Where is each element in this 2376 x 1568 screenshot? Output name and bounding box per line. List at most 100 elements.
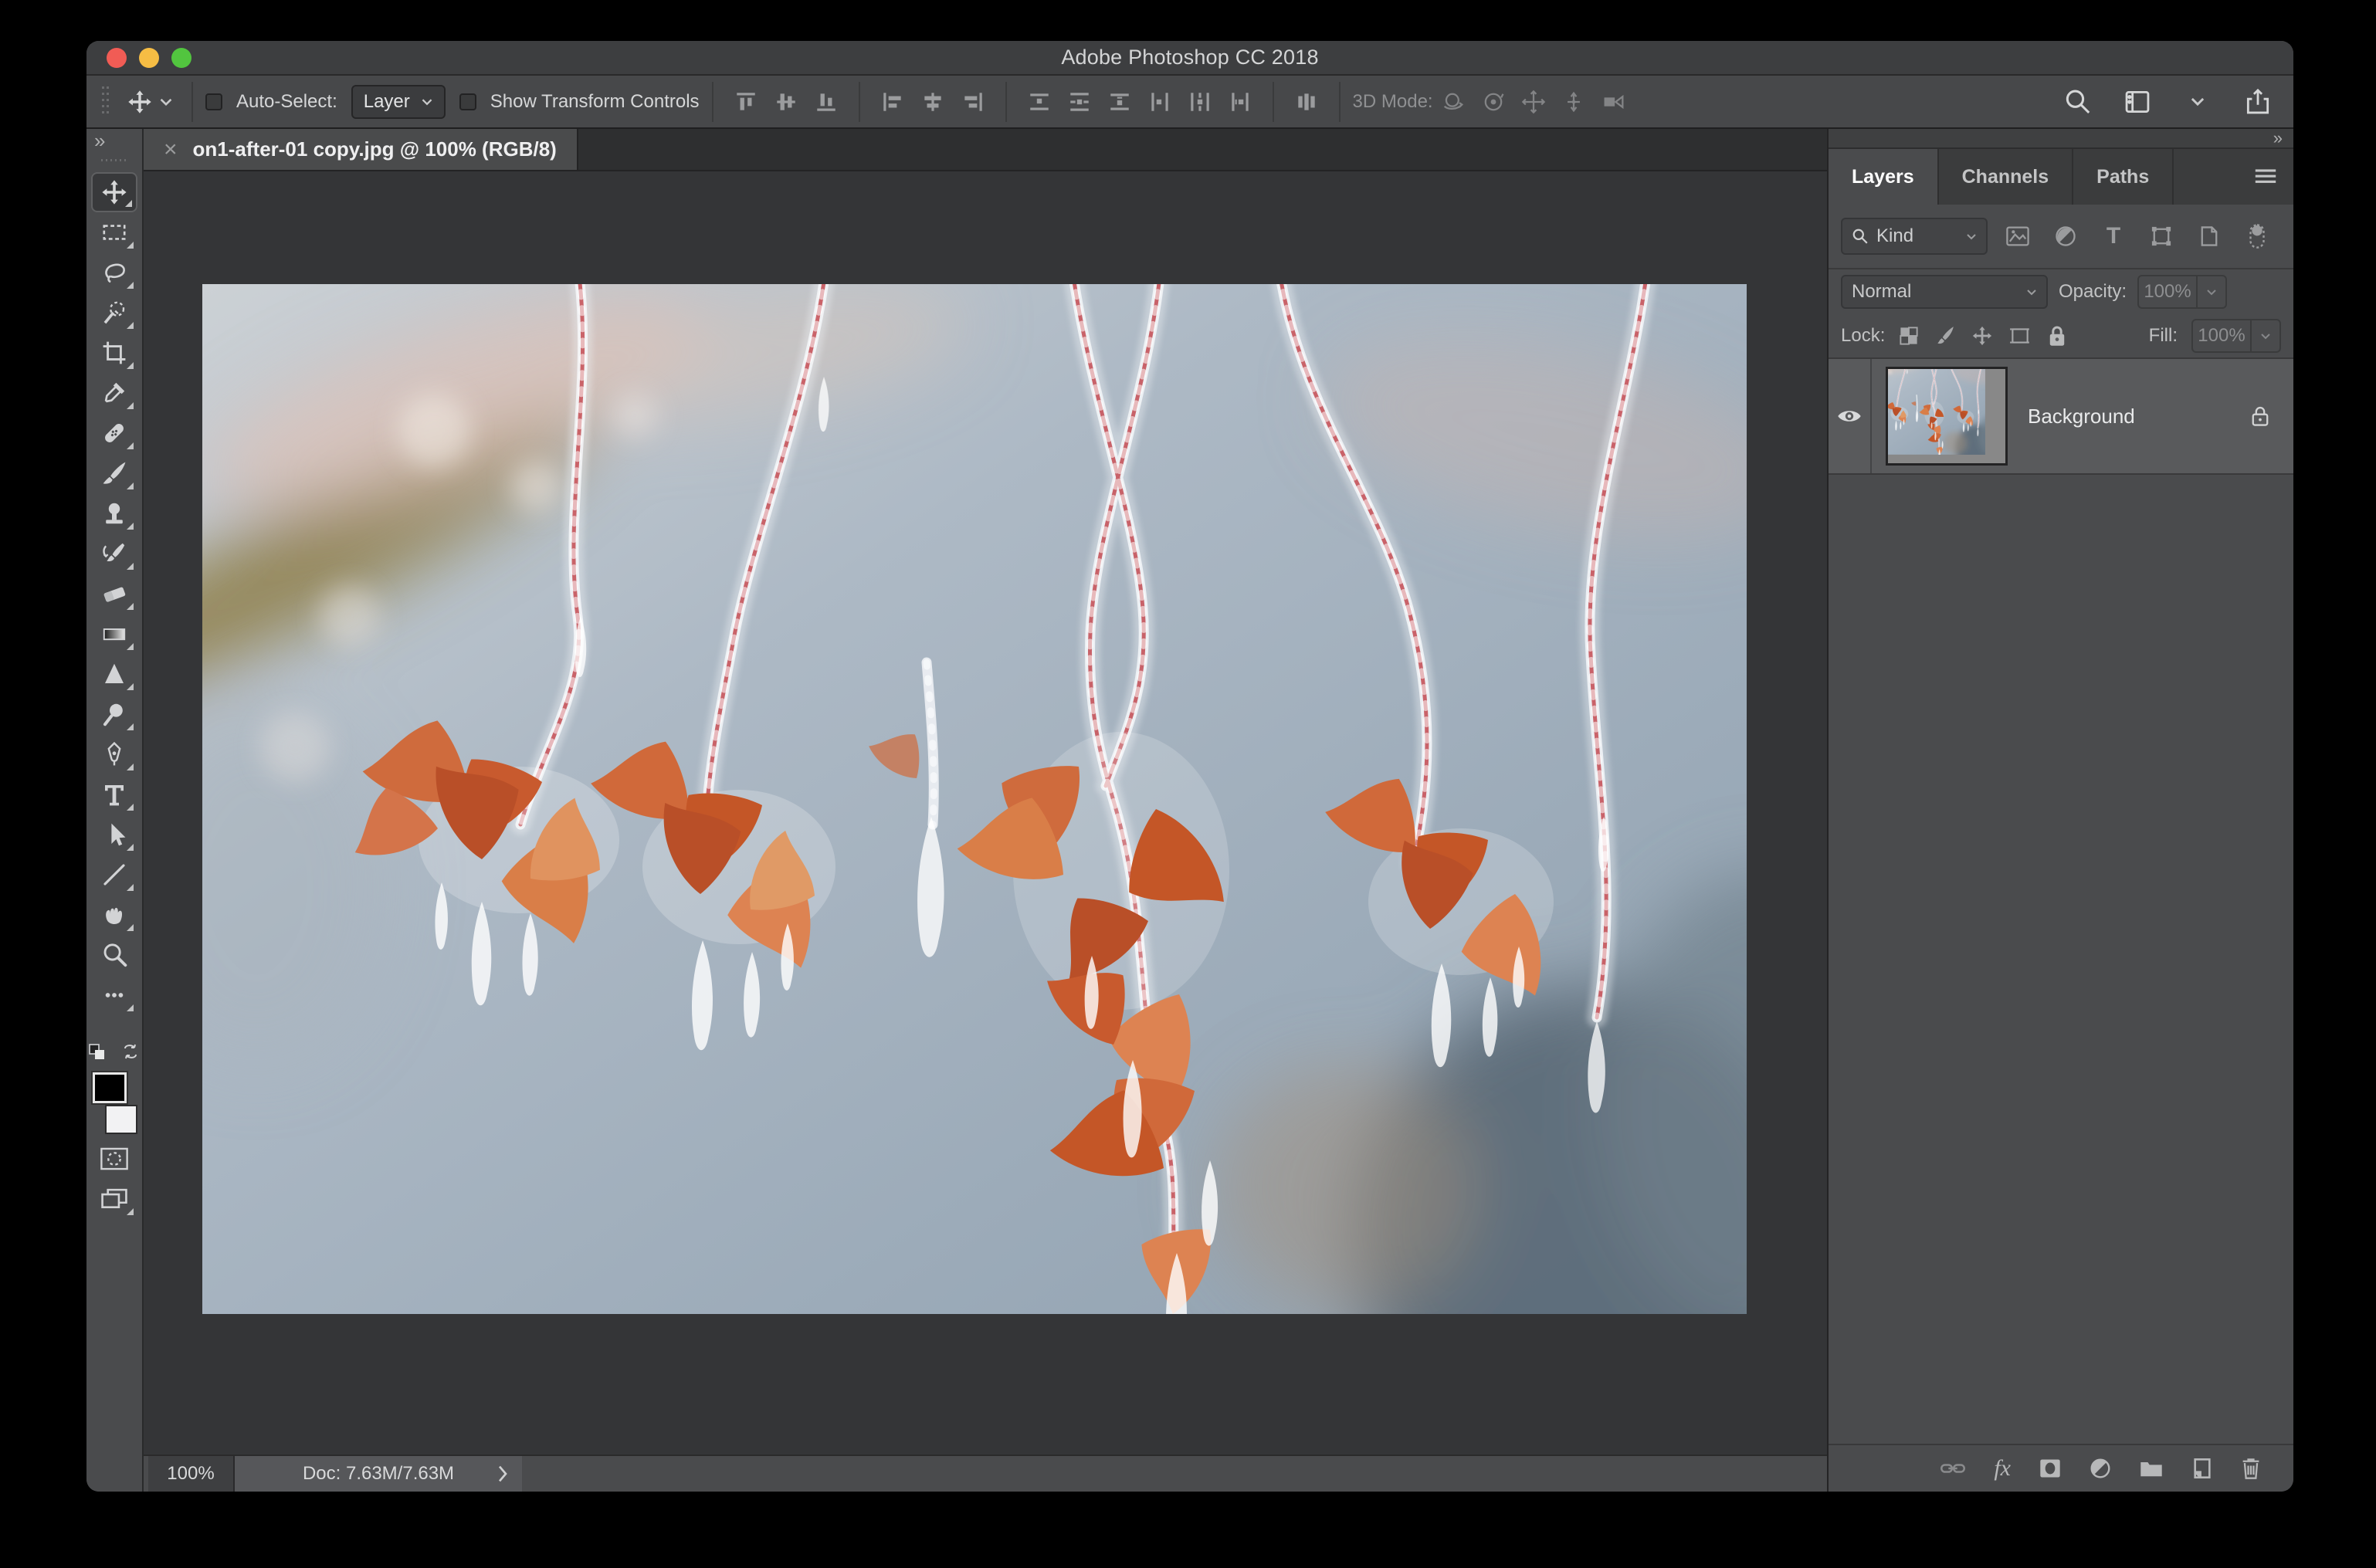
history-brush-tool[interactable] [91, 533, 137, 574]
move-tool[interactable] [91, 172, 137, 212]
link-layers-icon[interactable] [1940, 1460, 1966, 1477]
auto-select-target-dropdown[interactable]: Layer [351, 85, 446, 119]
eraser-tool[interactable] [91, 574, 137, 614]
distribute-bottom-edges-icon[interactable] [1100, 82, 1140, 122]
dodge-tool[interactable] [91, 694, 137, 734]
layer-style-icon[interactable]: fx [1994, 1455, 2011, 1482]
document-sizes-status[interactable]: Doc: 7.63M/7.63M [235, 1456, 522, 1492]
delete-layer-icon[interactable] [2241, 1457, 2261, 1480]
distribute-spacing-icon[interactable] [1286, 82, 1327, 122]
line-tool[interactable] [91, 855, 137, 895]
tools-collapse-chevron[interactable]: » [86, 129, 105, 152]
3d-slide-icon[interactable] [1554, 82, 1594, 122]
fill-field[interactable]: 100% [2191, 319, 2281, 353]
filter-shape-layers-icon[interactable] [2144, 218, 2179, 254]
align-bottom-edges-icon[interactable] [806, 82, 846, 122]
filter-toggle-icon[interactable] [2239, 218, 2275, 254]
swap-colors-icon[interactable] [119, 1041, 142, 1064]
brush-tool[interactable] [91, 453, 137, 493]
document-tab[interactable]: × on1-after-01 copy.jpg @ 100% (RGB/8) [144, 129, 578, 170]
distribute-vertical-centers-icon[interactable] [1059, 82, 1100, 122]
new-adjustment-layer-icon[interactable] [2090, 1458, 2111, 1479]
opacity-chevron[interactable] [2196, 276, 2225, 307]
lock-pixels-icon[interactable] [1934, 325, 1956, 347]
align-vertical-centers-icon[interactable] [766, 82, 806, 122]
background-color-swatch[interactable] [105, 1105, 137, 1134]
spot-healing-brush-tool[interactable] [91, 413, 137, 453]
align-horizontal-centers-icon[interactable] [913, 82, 953, 122]
distribute-right-edges-icon[interactable] [1220, 82, 1260, 122]
hand-tool[interactable] [91, 895, 137, 935]
blend-mode-dropdown[interactable]: Normal [1841, 275, 2048, 309]
auto-select-checkbox[interactable] [205, 93, 222, 110]
screen-mode-button[interactable] [91, 1179, 137, 1219]
new-group-icon[interactable] [2139, 1458, 2164, 1478]
new-layer-icon[interactable] [2191, 1458, 2213, 1479]
zoom-tool[interactable] [91, 935, 137, 975]
tab-channels[interactable]: Channels [1939, 149, 2074, 205]
3d-roll-icon[interactable] [1473, 82, 1513, 122]
marquee-tool[interactable] [91, 212, 137, 252]
layer-thumbnail[interactable] [1886, 367, 2008, 466]
close-tab-icon[interactable]: × [164, 138, 178, 161]
gradient-tool[interactable] [91, 614, 137, 654]
filter-kind-dropdown[interactable]: Kind [1841, 218, 1988, 255]
share-icon[interactable] [2238, 82, 2278, 122]
eyedropper-tool[interactable] [91, 373, 137, 413]
close-window-button[interactable] [107, 48, 127, 68]
minimize-window-button[interactable] [139, 48, 159, 68]
tab-paths[interactable]: Paths [2073, 149, 2174, 205]
filter-adjustment-layers-icon[interactable] [2048, 218, 2083, 254]
default-colors-icon[interactable] [86, 1041, 110, 1064]
3d-camera-icon[interactable] [1594, 82, 1634, 122]
foreground-background-colors[interactable] [91, 1072, 137, 1139]
lock-position-icon[interactable] [1971, 325, 1993, 347]
add-layer-mask-icon[interactable] [2039, 1458, 2062, 1479]
options-bar-grip[interactable] [102, 86, 110, 117]
crop-tool[interactable] [91, 333, 137, 373]
search-icon[interactable] [2057, 82, 2097, 122]
path-selection-tool[interactable] [91, 814, 137, 855]
filter-pixel-layers-icon[interactable] [2000, 218, 2035, 254]
zoom-window-button[interactable] [171, 48, 192, 68]
fill-chevron[interactable] [2250, 320, 2279, 351]
distribute-left-edges-icon[interactable] [1140, 82, 1180, 122]
edit-toolbar-button[interactable] [91, 975, 137, 1015]
pen-tool[interactable] [91, 734, 137, 774]
layer-row-background[interactable]: Background [1829, 359, 2293, 475]
blur-tool[interactable] [91, 654, 137, 694]
quick-mask-button[interactable] [91, 1139, 137, 1179]
foreground-color-swatch[interactable] [93, 1072, 127, 1103]
filter-type-layers-icon[interactable]: T [2096, 218, 2131, 254]
tab-layers[interactable]: Layers [1829, 149, 1939, 205]
opacity-field[interactable]: 100% [2137, 275, 2227, 309]
panel-menu-icon[interactable] [2253, 149, 2293, 205]
show-transform-checkbox[interactable] [459, 93, 476, 110]
distribute-horizontal-centers-icon[interactable] [1180, 82, 1220, 122]
lasso-tool[interactable] [91, 252, 137, 293]
zoom-level-field[interactable]: 100% [148, 1456, 235, 1492]
align-top-edges-icon[interactable] [726, 82, 766, 122]
canvas-pasteboard[interactable] [144, 171, 1827, 1455]
quick-selection-tool[interactable] [91, 293, 137, 333]
status-chevron-icon[interactable] [497, 1465, 508, 1483]
canvas-image[interactable] [202, 284, 1747, 1314]
3d-pan-icon[interactable] [1513, 82, 1554, 122]
workspace-switcher-icon[interactable] [2117, 82, 2157, 122]
distribute-top-edges-icon[interactable] [1019, 82, 1059, 122]
layer-name[interactable]: Background [2028, 405, 2135, 428]
lock-artboard-icon[interactable] [2008, 325, 2032, 347]
lock-all-icon[interactable] [2047, 324, 2067, 347]
filter-smart-objects-icon[interactable] [2191, 218, 2227, 254]
title-bar[interactable]: Adobe Photoshop CC 2018 [86, 41, 2293, 76]
align-right-edges-icon[interactable] [953, 82, 993, 122]
type-tool[interactable] [91, 774, 137, 814]
align-left-edges-icon[interactable] [873, 82, 913, 122]
panels-collapse-chevron[interactable]: » [2273, 130, 2283, 147]
lock-transparency-icon[interactable] [1899, 326, 1919, 346]
current-tool-button[interactable] [120, 89, 179, 115]
tools-panel-grip[interactable] [101, 155, 127, 164]
clone-stamp-tool[interactable] [91, 493, 137, 533]
workspace-chevron-icon[interactable] [2178, 82, 2218, 122]
layer-visibility-toggle[interactable] [1829, 359, 1872, 473]
